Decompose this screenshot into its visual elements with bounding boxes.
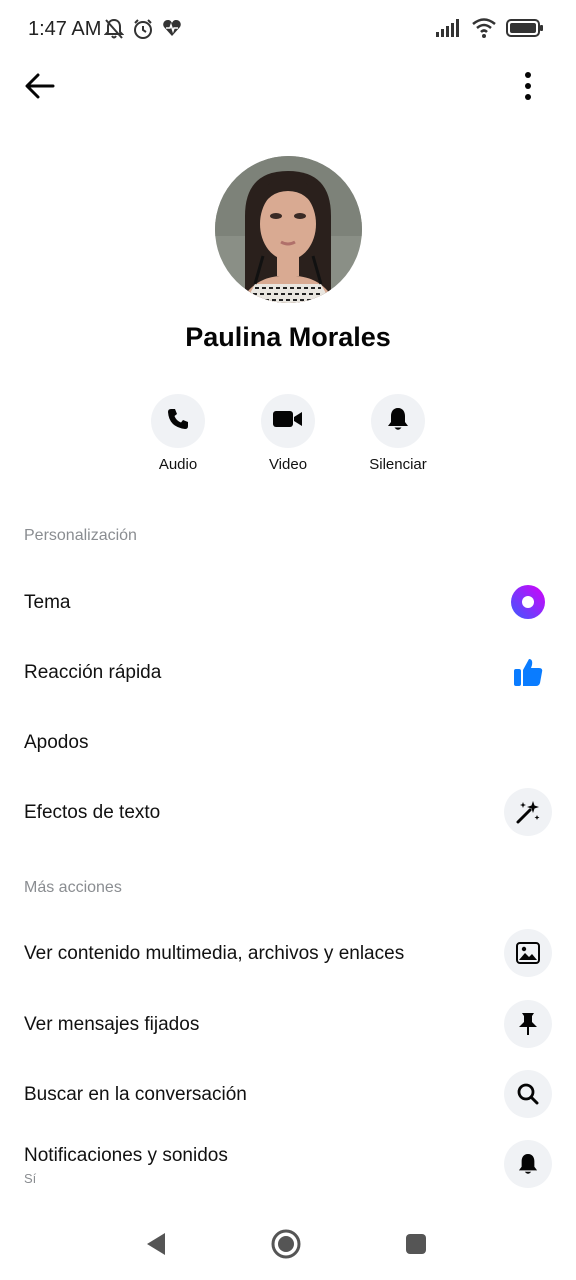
arrow-left-icon [25,73,55,104]
thumbs-up-icon [504,648,552,696]
system-navigation-bar [0,1208,576,1280]
notifications-sounds-label: Notificaciones y sonidos [24,1145,228,1166]
nav-home-button[interactable] [266,1226,306,1266]
notifications-sounds-row[interactable]: Notificaciones y sonidos Sí [0,1129,576,1199]
pinned-messages-label: Ver mensajes fijados [24,1014,200,1035]
wifi-icon [472,18,496,43]
recents-square-icon [405,1233,427,1260]
phone-icon [166,407,190,436]
nav-back-button[interactable] [136,1226,176,1266]
video-call-circle[interactable] [261,394,315,448]
home-circle-icon [271,1229,301,1264]
more-actions-section-title: Más acciones [24,879,122,896]
more-options-button[interactable] [516,70,540,106]
video-call-button[interactable]: Video [238,394,338,473]
audio-label: Audio [158,456,198,473]
notifications-sounds-status: Sí [24,1171,37,1186]
signal-icon [436,19,462,42]
search-icon [504,1070,552,1118]
media-files-links-row[interactable]: Ver contenido multimedia, archivos y enl… [0,918,576,988]
text-effects-row[interactable]: Efectos de texto [0,777,576,847]
quick-reaction-label: Reacción rápida [24,662,162,683]
status-bar: 1:47 AM [0,0,576,60]
vertical-dots-icon [524,71,532,106]
mute-circle[interactable] [371,394,425,448]
muted-bell-icon [103,18,125,45]
media-files-links-label: Ver contenido multimedia, archivos y enl… [24,943,405,964]
battery-icon [506,19,544,42]
status-left-icons [103,18,182,45]
theme-circle-icon [504,578,552,626]
nicknames-row[interactable]: Apodos [0,707,576,777]
search-conversation-label: Buscar en la conversación [24,1084,247,1105]
pin-icon [504,1000,552,1048]
back-button[interactable] [22,70,58,106]
text-effects-label: Efectos de texto [24,802,161,823]
avatar[interactable] [215,156,362,303]
status-time: 1:47 AM [28,18,102,40]
nicknames-label: Apodos [24,732,89,753]
audio-call-circle[interactable] [151,394,205,448]
search-conversation-row[interactable]: Buscar en la conversación [0,1059,576,1129]
profile-name: Paulina Morales [185,322,391,352]
video-label: Video [268,456,308,473]
bell-icon [387,407,409,436]
quick-reaction-row[interactable]: Reacción rápida [0,637,576,707]
theme-row[interactable]: Tema [0,567,576,637]
mute-label: Silenciar [369,456,427,473]
top-bar [0,60,576,116]
pinned-messages-row[interactable]: Ver mensajes fijados [0,989,576,1059]
quick-actions: Audio Video Silenciar [0,394,576,484]
magic-wand-icon [504,788,552,836]
status-right-icons [436,18,544,43]
mute-button[interactable]: Silenciar [348,394,448,473]
nav-recents-button[interactable] [396,1226,436,1266]
bell-icon [504,1140,552,1188]
back-triangle-icon [145,1232,167,1261]
image-icon [504,929,552,977]
theme-label: Tema [24,592,71,613]
alarm-clock-icon [132,18,154,45]
audio-call-button[interactable]: Audio [128,394,228,473]
personalization-section-title: Personalización [24,527,137,544]
video-camera-icon [273,409,303,434]
heart-rate-icon [162,18,182,45]
